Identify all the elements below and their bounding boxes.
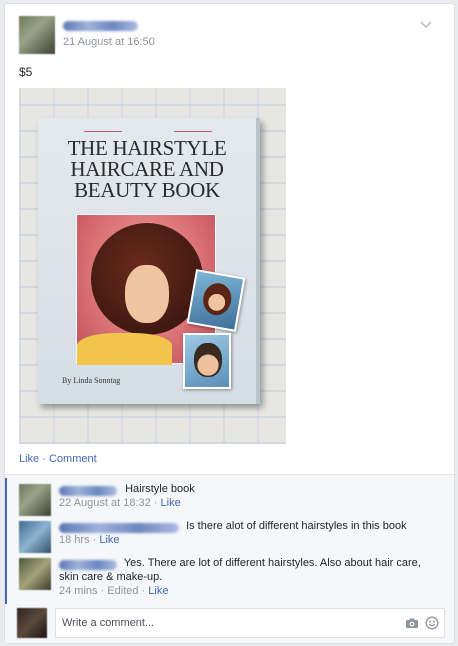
like-link[interactable]: Like xyxy=(19,453,39,465)
cover-inset-photo xyxy=(183,333,231,389)
comment-meta: 18 hrs · Like xyxy=(59,533,439,547)
commenter-avatar[interactable] xyxy=(19,558,51,590)
post-actions: Like · Comment xyxy=(19,453,97,465)
comments-list: Hairstyle book 22 August at 18:32 · Like… xyxy=(5,478,454,604)
post-header: 21 August at 16:50 xyxy=(19,16,439,56)
post-card: 21 August at 16:50 $5 THE HAIRSTYLE HAIR… xyxy=(4,3,455,644)
author-name-redacted[interactable] xyxy=(63,21,138,31)
commenter-avatar[interactable] xyxy=(19,484,51,516)
comment-time[interactable]: 18 hrs xyxy=(59,534,90,546)
comment-composer xyxy=(17,608,445,640)
book-title-line: THE HAIRSTYLE xyxy=(67,136,227,160)
book-title-line: BEAUTY BOOK xyxy=(74,178,220,202)
commenter-name-redacted[interactable] xyxy=(59,523,179,533)
comment-link[interactable]: Comment xyxy=(49,453,97,465)
book-cover: THE HAIRSTYLE HAIRCARE AND BEAUTY BOOK B… xyxy=(38,118,260,404)
comment-time[interactable]: 24 mins xyxy=(59,585,98,597)
cover-face xyxy=(125,265,169,323)
comment-body: Hairstyle book 22 August at 18:32 · Like xyxy=(59,482,439,510)
chevron-down-icon[interactable] xyxy=(419,20,433,30)
book-title: THE HAIRSTYLE HAIRCARE AND BEAUTY BOOK xyxy=(44,138,250,201)
comment-like-link[interactable]: Like xyxy=(148,585,168,597)
commenter-name-redacted[interactable] xyxy=(59,486,117,496)
comment-meta: 22 August at 18:32 · Like xyxy=(59,496,439,510)
commenter-name-redacted[interactable] xyxy=(59,560,117,570)
cover-shoulder xyxy=(77,333,172,365)
post-photo[interactable]: THE HAIRSTYLE HAIRCARE AND BEAUTY BOOK B… xyxy=(19,88,286,444)
comment-input[interactable] xyxy=(55,608,445,638)
comments-section: Hairstyle book 22 August at 18:32 · Like… xyxy=(5,474,454,643)
action-separator: · xyxy=(39,453,49,465)
comment: Yes. There are lot of different hairstyl… xyxy=(19,556,439,602)
cover-rule-right xyxy=(174,131,212,132)
comment-like-link[interactable]: Like xyxy=(99,534,119,546)
smiley-icon[interactable] xyxy=(425,616,439,630)
post-text: $5 xyxy=(19,65,33,79)
book-author: By Linda Sonntag xyxy=(62,376,121,385)
comment-edited-label[interactable]: · Edited · xyxy=(98,585,149,597)
post-timestamp[interactable]: 21 August at 16:50 xyxy=(63,36,155,48)
meta-separator: · xyxy=(89,534,100,546)
viewer-avatar xyxy=(17,608,47,638)
book-title-line: HAIRCARE AND xyxy=(70,157,224,181)
commenter-avatar[interactable] xyxy=(19,521,51,553)
comment-text: Hairstyle book xyxy=(125,483,195,495)
author-avatar[interactable] xyxy=(19,16,55,54)
comment-like-link[interactable]: Like xyxy=(161,497,181,509)
cover-inset-photo xyxy=(186,269,246,332)
comment-text: Is there alot of different hairstyles in… xyxy=(186,520,407,532)
comment: Is there alot of different hairstyles in… xyxy=(19,519,439,553)
cover-rule-left xyxy=(84,131,122,132)
camera-icon[interactable] xyxy=(405,616,419,630)
comment-time[interactable]: 22 August at 18:32 xyxy=(59,497,151,509)
comment-meta: 24 mins · Edited · Like xyxy=(59,584,439,598)
comment: Hairstyle book 22 August at 18:32 · Like xyxy=(19,482,439,516)
meta-separator: · xyxy=(150,497,161,509)
